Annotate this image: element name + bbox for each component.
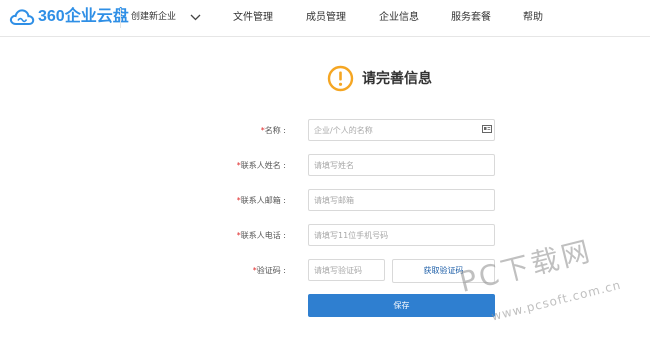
nav-enterprise-info[interactable]: 企业信息 [379,10,419,26]
form-row-name: *名称 : [0,119,650,143]
form-row-contact-name: *联系人姓名 : [0,154,650,178]
logo[interactable]: 360企业云盘 [9,7,129,27]
page-title-block: 请完善信息 [327,65,432,92]
top-header: 360企业云盘 创建新企业 文件管理 成员管理 企业信息 服务套餐 帮助 [0,0,650,37]
name-label: *名称 : [260,126,286,135]
watermark-url: www.pcsoft.com.cn [490,277,623,324]
nav-file-management[interactable]: 文件管理 [233,10,273,26]
save-button[interactable]: 保存 [308,294,495,317]
nav-help[interactable]: 帮助 [523,10,543,26]
logo-text: 360企业云盘 [38,8,129,25]
chevron-down-icon [176,14,201,21]
warning-icon [327,65,354,92]
page-title: 请完善信息 [362,70,432,87]
org-switch-label: 创建新企业 [131,12,177,22]
contact-email-label: *联系人邮箱 : [236,196,286,205]
nav-service-plan[interactable]: 服务套餐 [451,10,491,26]
contact-phone-input[interactable] [308,224,495,246]
nav-member-management[interactable]: 成员管理 [306,10,346,26]
contact-phone-label: *联系人电话 : [236,231,286,240]
form-row-verify-code: *验证码 : 获取验证码 [0,259,650,283]
contact-name-input[interactable] [308,154,495,176]
cloud-logo-icon [9,8,35,26]
form-row-contact-phone: *联系人电话 : [0,224,650,248]
name-input[interactable] [308,119,495,141]
verify-code-input[interactable] [308,259,385,281]
contact-name-label: *联系人姓名 : [236,161,286,170]
org-switcher[interactable]: 创建新企业 [131,9,201,25]
form-row-contact-email: *联系人邮箱 : [0,189,650,213]
verify-code-label: *验证码 : [252,266,286,275]
get-code-button[interactable]: 获取验证码 [392,259,495,283]
header-divider [120,8,121,28]
contact-email-input[interactable] [308,189,495,211]
